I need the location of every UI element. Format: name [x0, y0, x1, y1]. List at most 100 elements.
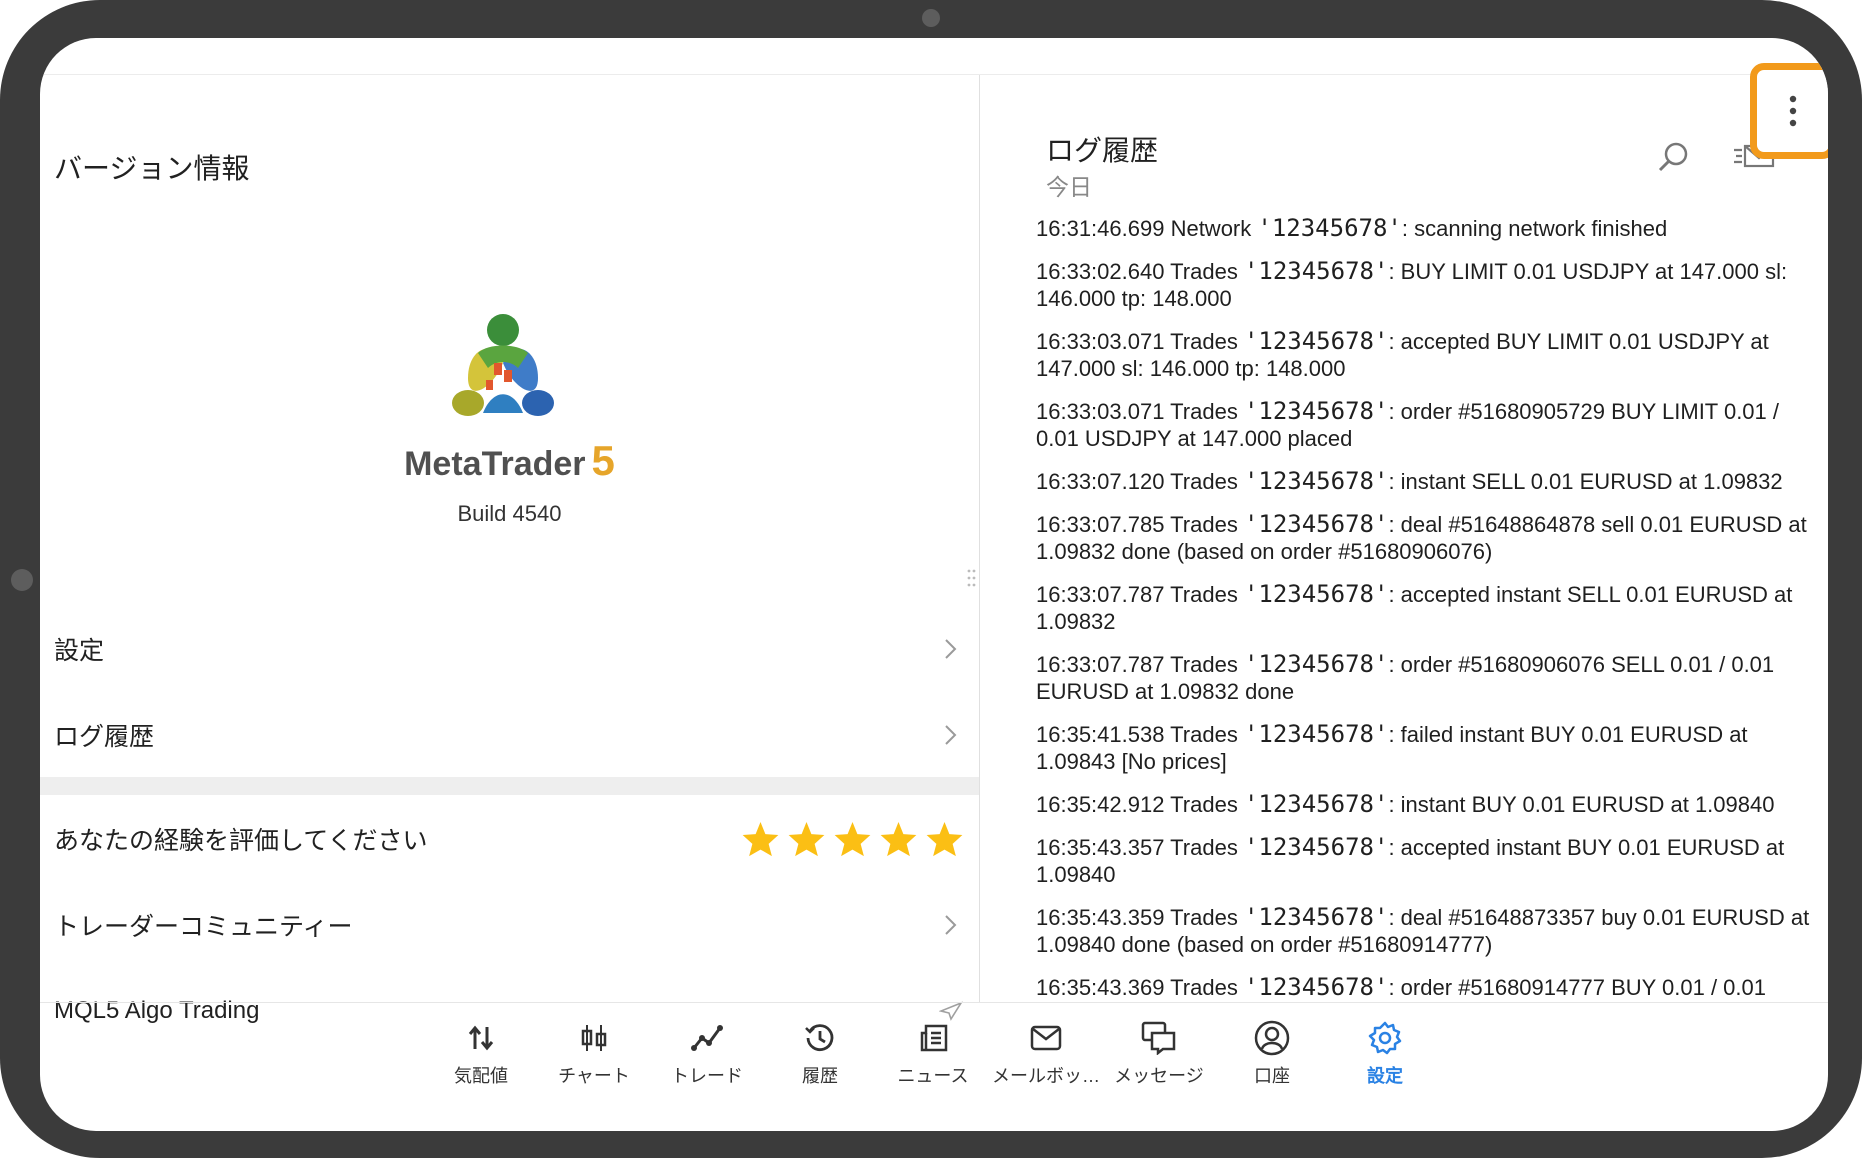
star-icon[interactable]: [787, 820, 826, 858]
star-icon[interactable]: [833, 820, 872, 858]
star-icon[interactable]: [879, 820, 918, 858]
log-entry-account: '12345678': [1243, 790, 1389, 818]
log-title: ログ履歴: [1046, 135, 1159, 166]
settings-row[interactable]: 設定: [54, 614, 964, 684]
trade-line-icon: [687, 1018, 727, 1058]
search-icon[interactable]: [1652, 135, 1696, 179]
log-history-row[interactable]: ログ履歴: [54, 700, 964, 770]
build-number: Build 4540: [457, 501, 562, 526]
log-entry-time-source: 16:31:46.699 Network: [1036, 216, 1258, 241]
nav-label: ニュース: [897, 1066, 969, 1086]
log-entry: 16:33:07.787 Trades '12345678': accepted…: [1036, 581, 1826, 635]
nav-history[interactable]: 履歴: [764, 1018, 876, 1088]
nav-label: 気配値: [454, 1066, 508, 1086]
rate-app-label: あなたの経験を評価してください: [54, 827, 428, 855]
section-divider: [40, 777, 979, 795]
log-entry: 16:31:46.699 Network '12345678': scannin…: [1036, 215, 1826, 242]
chevron-right-icon: [938, 722, 964, 748]
log-entry-time-source: 16:33:03.071 Trades: [1036, 399, 1244, 424]
rate-app-row: あなたの経験を評価してください: [54, 804, 964, 874]
log-entry: 16:33:07.120 Trades '12345678': instant …: [1036, 468, 1826, 495]
tablet-frame: バージョン情報 MetaTrader 5 Build 4540 設定 ログ履歴 …: [0, 0, 1862, 1158]
star-icon[interactable]: [741, 820, 780, 858]
panel-resize-handle[interactable]: [967, 568, 977, 588]
log-entry-time-source: 16:35:43.357 Trades: [1036, 835, 1244, 860]
chevron-right-icon: [938, 636, 964, 662]
log-entry-account: '12345678': [1243, 397, 1389, 425]
app-version-digit: 5: [591, 437, 615, 484]
side-sensor: [11, 569, 33, 591]
nav-chart[interactable]: チャート: [538, 1018, 650, 1088]
log-entry-time-source: 16:33:02.640 Trades: [1036, 259, 1244, 284]
log-entry: 16:35:43.357 Trades '12345678': accepted…: [1036, 834, 1826, 888]
trader-community-row[interactable]: トレーダーコミュニティー: [54, 890, 964, 960]
log-entry-time-source: 16:33:03.071 Trades: [1036, 329, 1244, 354]
log-entry-account: '12345678': [1243, 257, 1389, 285]
log-entry: 16:35:43.359 Trades '12345678': deal #51…: [1036, 904, 1826, 958]
metatrader-logo-icon: [452, 314, 554, 416]
log-entry: 16:33:03.071 Trades '12345678': accepted…: [1036, 328, 1826, 382]
log-entry: 16:35:43.369 Trades '12345678': order #5…: [1036, 974, 1826, 1002]
nav-label: チャート: [558, 1066, 630, 1086]
nav-label: 口座: [1254, 1066, 1290, 1086]
front-camera: [922, 9, 940, 27]
bottom-navigation: 気配値 チャート トレード 履歴 ニュース メールボッ… メッセージ 口座 設定: [40, 1002, 1828, 1131]
log-entry-account: '12345678': [1243, 650, 1389, 678]
log-entry-time-source: 16:33:07.785 Trades: [1036, 512, 1244, 537]
log-entry-account: '12345678': [1243, 580, 1389, 608]
screen: バージョン情報 MetaTrader 5 Build 4540 設定 ログ履歴 …: [40, 38, 1828, 1131]
log-entry-account: '12345678': [1243, 720, 1389, 748]
rating-stars: [741, 820, 964, 858]
log-entry-time-source: 16:35:41.538 Trades: [1036, 722, 1244, 747]
log-entry-message: : scanning network finished: [1401, 216, 1668, 241]
log-entry-account: '12345678': [1257, 214, 1402, 242]
log-date: 今日: [1046, 174, 1092, 200]
log-entry-time-source: 16:33:07.787 Trades: [1036, 652, 1244, 677]
trader-community-label: トレーダーコミュニティー: [54, 913, 353, 941]
settings-row-label: 設定: [54, 637, 105, 665]
log-entry: 16:35:41.538 Trades '12345678': failed i…: [1036, 721, 1826, 775]
nav-mailbox[interactable]: メールボッ…: [990, 1018, 1102, 1088]
log-history-row-label: ログ履歴: [54, 723, 155, 751]
nav-account[interactable]: 口座: [1216, 1018, 1328, 1088]
quotes-arrows-icon: [461, 1018, 501, 1058]
app-name: MetaTrader 5: [40, 437, 979, 485]
vertical-dots-icon: [1789, 95, 1797, 127]
log-entry: 16:33:07.785 Trades '12345678': deal #51…: [1036, 511, 1826, 565]
status-bar: [40, 38, 1828, 75]
log-panel: ログ履歴 今日 16:31:46.699 Network '12345678':…: [980, 75, 1828, 1002]
log-entry-account: '12345678': [1243, 327, 1389, 355]
log-entry: 16:35:42.912 Trades '12345678': instant …: [1036, 791, 1826, 818]
history-clock-icon: [800, 1018, 840, 1058]
nav-settings[interactable]: 設定: [1329, 1018, 1441, 1088]
log-entry-time-source: 16:35:42.912 Trades: [1036, 792, 1244, 817]
nav-label: 設定: [1367, 1066, 1403, 1086]
log-entry-account: '12345678': [1243, 510, 1389, 538]
nav-label: トレード: [671, 1066, 743, 1086]
log-entry-time-source: 16:33:07.787 Trades: [1036, 582, 1244, 607]
nav-messages[interactable]: メッセージ: [1103, 1018, 1215, 1088]
nav-label: 履歴: [802, 1066, 838, 1086]
nav-trade[interactable]: トレード: [651, 1018, 763, 1088]
nav-news[interactable]: ニュース: [877, 1018, 989, 1088]
log-entry-account: '12345678': [1243, 833, 1389, 861]
messages-icon: [1139, 1018, 1179, 1058]
nav-label: メッセージ: [1114, 1066, 1204, 1086]
star-icon[interactable]: [925, 820, 964, 858]
nav-quotes[interactable]: 気配値: [425, 1018, 537, 1088]
settings-gear-icon: [1365, 1018, 1405, 1058]
about-panel: バージョン情報 MetaTrader 5 Build 4540 設定 ログ履歴 …: [40, 75, 980, 1024]
log-entry: 16:33:02.640 Trades '12345678': BUY LIMI…: [1036, 258, 1826, 312]
log-entry-time-source: 16:35:43.369 Trades: [1036, 975, 1244, 1000]
log-entries: 16:31:46.699 Network '12345678': scannin…: [1036, 215, 1826, 1002]
more-options-button[interactable]: [1750, 63, 1828, 159]
log-entry-message: : instant SELL 0.01 EURUSD at 1.09832: [1388, 469, 1783, 494]
log-entry: 16:33:03.071 Trades '12345678': order #5…: [1036, 398, 1826, 452]
log-entry-message: : instant BUY 0.01 EURUSD at 1.09840: [1388, 792, 1775, 817]
page-title: バージョン情報: [54, 153, 250, 184]
news-icon: [913, 1018, 953, 1058]
app-name-text: MetaTrader: [404, 445, 586, 483]
candlestick-chart-icon: [574, 1018, 614, 1058]
log-entry-time-source: 16:35:43.359 Trades: [1036, 905, 1244, 930]
log-entry-account: '12345678': [1243, 973, 1389, 1001]
